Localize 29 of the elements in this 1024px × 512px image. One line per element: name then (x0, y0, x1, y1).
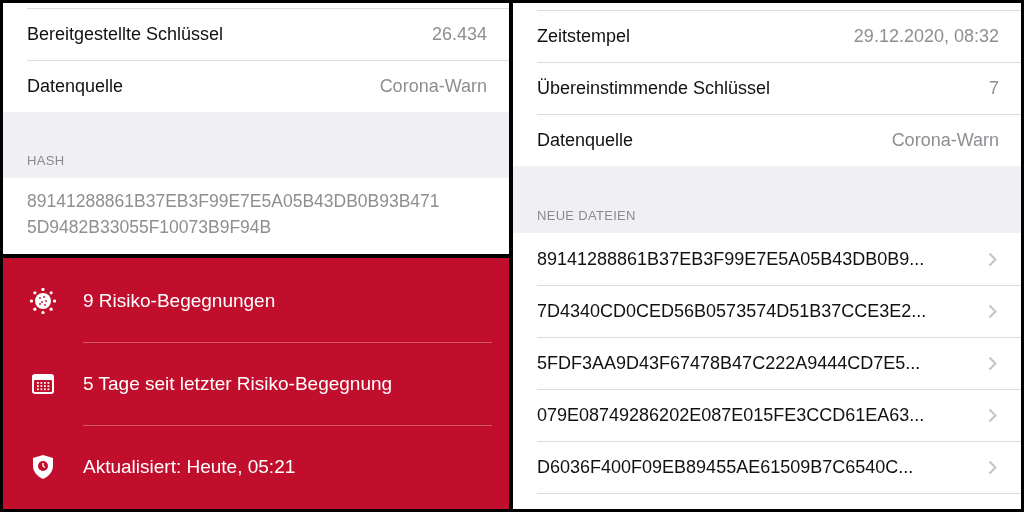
row-label: Datenquelle (537, 130, 634, 151)
risk-info-text: Aktualisiert: Heute, 05:21 (83, 456, 296, 478)
shield-clock-icon (32, 453, 54, 480)
chevron-right-icon (988, 251, 997, 267)
row-value: 26.434 (431, 24, 487, 45)
file-list-item[interactable]: 7D4340CD0CED56B0573574D51B37CCE3E2... (537, 285, 1021, 337)
chevron-right-icon (988, 356, 997, 371)
row-label: Bereitgestellte Schlüssel (27, 24, 224, 45)
row-value: Corona-Warn (891, 130, 999, 151)
risk-info-text: 5 Tage seit letzter Risiko-Begegnung (83, 373, 393, 395)
row-value: 7 (989, 78, 999, 99)
chevron-right-icon (988, 460, 997, 475)
file-list-item[interactable]: 079E08749286202E087E015FE3CCD61EA63... (537, 389, 1021, 441)
file-list-item[interactable]: D6036F400F09EB89455AE61509B7C6540C... (537, 441, 1021, 493)
virus-icon (30, 287, 56, 314)
section-header: HASH (27, 153, 65, 168)
hash-text: 89141288861B37EB3F99E7E5A05B43DB0B93B4715D9482B33055F10073B9F94B (26, 190, 441, 239)
calendar-icon (31, 372, 55, 395)
chevron-right-icon (988, 408, 997, 423)
section-header: NEUE DATEIEN (537, 208, 636, 223)
risk-info-text: 9 Risiko-Begegnungen (83, 289, 276, 312)
row-label: Datenquelle (27, 76, 124, 97)
file-list-item[interactable]: 89141288861B37EB3F99E7E5A05B43DB0B9... (537, 233, 1021, 285)
row-value: 29.12.2020, 08:32 (853, 26, 999, 47)
row-value: Corona-Warn (379, 76, 487, 97)
chevron-right-icon (988, 304, 997, 319)
row-label: Übereinstimmende Schlüssel (537, 78, 771, 99)
row-label: Zeitstempel (537, 26, 631, 47)
file-list-item[interactable]: 5FDF3AA9D43F67478B47C222A9444CD7E5... (537, 337, 1021, 389)
